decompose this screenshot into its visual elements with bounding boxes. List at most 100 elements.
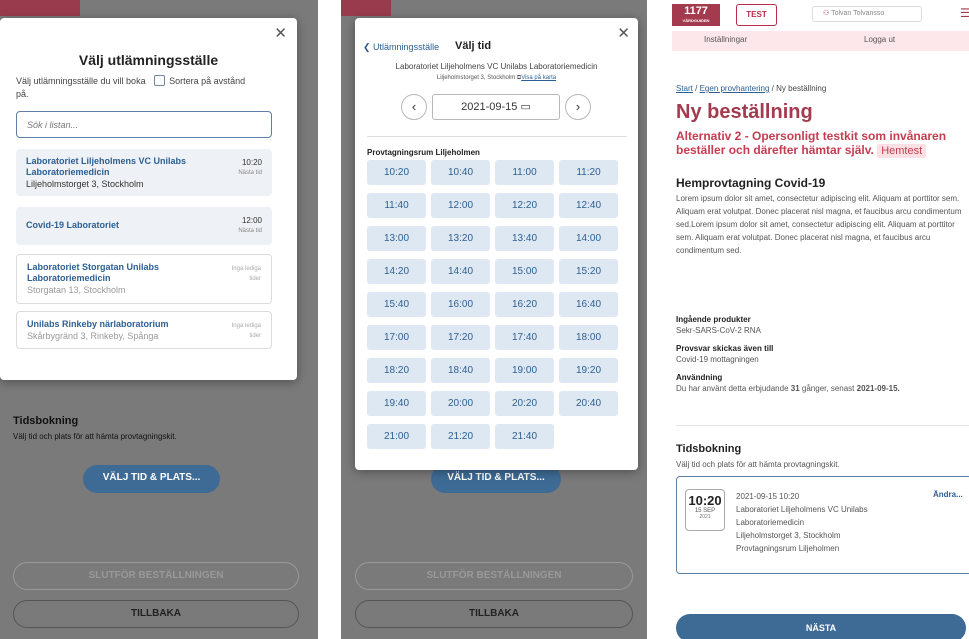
location-time: Inga lediga tider [231,266,261,282]
next-button[interactable]: NÄSTA [676,614,966,639]
time-slot[interactable]: 12:00 [431,193,490,218]
prev-day-button[interactable]: ‹ [401,94,427,120]
time-note: Nästa tid [238,170,262,176]
location-item[interactable]: Laboratoriet Liljeholmens VC Unilabs Lab… [16,149,272,196]
section-title: Hemprovtagning Covid-19 [676,176,826,190]
time-slot[interactable]: 20:00 [431,391,490,416]
time-slot[interactable]: 11:40 [367,193,426,218]
time-slot[interactable]: 13:00 [367,226,426,251]
location-item[interactable]: Laboratoriet Storgatan Unilabs Laborator… [16,254,272,304]
user-pill[interactable]: ⚇ Tolvan Tolvansso [812,6,922,22]
time-slot[interactable]: 18:40 [431,358,490,383]
sort-checkbox[interactable] [154,75,166,86]
time-note: Nästa tid [238,228,262,234]
time-slot[interactable]: 11:00 [495,160,554,185]
finish-order-button[interactable]: SLUTFÖR BESTÄLLNINGEN [13,562,299,590]
time-slot[interactable]: 16:00 [431,292,490,317]
time-slot[interactable]: 17:40 [495,325,554,350]
time-slot[interactable]: 13:40 [495,226,554,251]
user-icon: ⚇ [823,10,832,17]
desc-tail: på. [16,89,29,99]
time-slot[interactable]: 14:20 [367,259,426,284]
close-icon[interactable]: ✕ [274,24,287,42]
time-slot[interactable]: 18:00 [559,325,618,350]
time-slot[interactable]: 21:20 [431,424,490,449]
time-slot[interactable]: 21:00 [367,424,426,449]
time-slot[interactable]: 13:20 [431,226,490,251]
divider [676,425,969,426]
time-slot[interactable]: 11:20 [559,160,618,185]
modal-title: Välj utlämningsställe [78,52,219,68]
choose-time-place-button[interactable]: VÄLJ TID & PLATS... [83,465,220,493]
crumb-start[interactable]: Start [676,84,693,93]
logout-link[interactable]: Logga ut [864,35,895,44]
time-slot[interactable]: 17:00 [367,325,426,350]
time-slot[interactable]: 14:40 [431,259,490,284]
test-badge: TEST [736,4,777,26]
time-slot[interactable]: 17:20 [431,325,490,350]
location-item[interactable]: Covid-19 Laboratoriet 12:00 Nästa tid [16,207,272,245]
time-slot[interactable]: 16:20 [495,292,554,317]
time-modal: ❮ Utlämningsställe Välj tid ✕ Laboratori… [355,18,638,470]
time-slot[interactable]: 19:00 [495,358,554,383]
location-name: Covid-19 Laboratoriet [26,220,120,230]
crumb-own[interactable]: Egen provhantering [700,84,770,93]
next-day-button[interactable]: › [565,94,591,120]
booking-desc: Välj tid och plats för att hämta provtag… [676,460,840,469]
time-slot[interactable]: 14:00 [559,226,618,251]
search-input[interactable]: Sök i listan... [16,111,272,138]
booking-room: Provtagningsrum Liljeholmen [736,544,840,553]
time-slot[interactable]: 10:20 [367,160,426,185]
time-slot[interactable]: 16:40 [559,292,618,317]
time-slot[interactable]: 20:20 [495,391,554,416]
calendar-icon: ▭ [520,101,531,113]
time-slot[interactable]: 12:40 [559,193,618,218]
usage-count: 31 [790,384,800,393]
time-slot[interactable]: 19:40 [367,391,426,416]
time-slot-grid: 10:20 10:40 11:00 11:20 11:40 12:00 12:20 12:40… [367,160,631,449]
location-item[interactable]: Unilabs Rinkeby närlaboratorium Skårbygr… [16,311,272,349]
booking-location: Laboratoriet Liljeholmens VC Unilabs [736,505,868,514]
date-value: 2021-09-15 [461,101,518,113]
booking-desc: Välj tid och plats för att hämta provtag… [13,432,177,441]
time-slot[interactable]: 20:40 [559,391,618,416]
back-button[interactable]: TILLBAKA [355,600,633,628]
hamburger-icon[interactable]: ☰ [960,6,969,20]
next-time: 12:00 [241,216,262,225]
address-text: Liljeholmstorget 3, Stockholm [436,75,516,81]
location-address: Liljeholmstorget 3, Stockholm ⧉Visa på k… [355,75,638,82]
answer-label: Provsvar skickas även till [676,344,774,353]
products-label: Ingående produkter [676,315,751,324]
alt-title: Alternativ 2 - Opersonligt testkit som i… [676,129,969,158]
close-icon[interactable]: ✕ [617,24,630,42]
panel-new-order: 1177 VÅRDGUIDEN TEST ⚇ Tolvan Tolvansso ☰… [672,0,969,639]
time-slot[interactable]: 21:40 [495,424,554,449]
calendar-badge: 10:20 15 SEP 2021 [685,489,725,531]
time-slot[interactable]: 15:00 [495,259,554,284]
page-title: Ny beställning [676,101,813,123]
map-link[interactable]: Visa på karta [521,75,556,81]
back-to-location-link[interactable]: ❮ Utlämningsställe [363,42,439,53]
time-slot[interactable]: 10:40 [431,160,490,185]
booking-title: Tidsbokning [676,443,742,455]
date-field[interactable]: 2021-09-15 ▭ [432,94,560,120]
products-value: Sekr-SARS-CoV-2 RNA [676,326,761,335]
time-slot[interactable]: 19:20 [559,358,618,383]
sort-label[interactable]: Sortera på avstånd [169,76,245,86]
usage-pre: Du har använt detta erbjudande [676,384,789,393]
change-link[interactable]: Ändra... [933,490,963,499]
time-slot[interactable]: 18:20 [367,358,426,383]
finish-order-button[interactable]: SLUTFÖR BESTÄLLNINGEN [355,562,633,590]
back-button[interactable]: TILLBAKA [13,600,299,628]
next-time: 10:20 [241,158,262,167]
time-slot[interactable]: 15:40 [367,292,426,317]
settings-link[interactable]: Inställningar [704,35,747,44]
booking-summary: 10:20 15 SEP 2021 2021-09-15 10:20 Labor… [676,476,969,574]
time-slot[interactable]: 12:20 [495,193,554,218]
time-slot[interactable]: 15:20 [559,259,618,284]
location-name: Unilabs Rinkeby närlaboratorium [27,319,169,329]
booking-details: 2021-09-15 10:20 Laboratoriet Liljeholme… [736,490,868,555]
location-time: 12:00 Nästa tid [238,216,262,236]
usage-value: Du har använt detta erbjudande 31 gånger… [676,384,900,393]
logo[interactable]: 1177 VÅRDGUIDEN [672,4,720,26]
